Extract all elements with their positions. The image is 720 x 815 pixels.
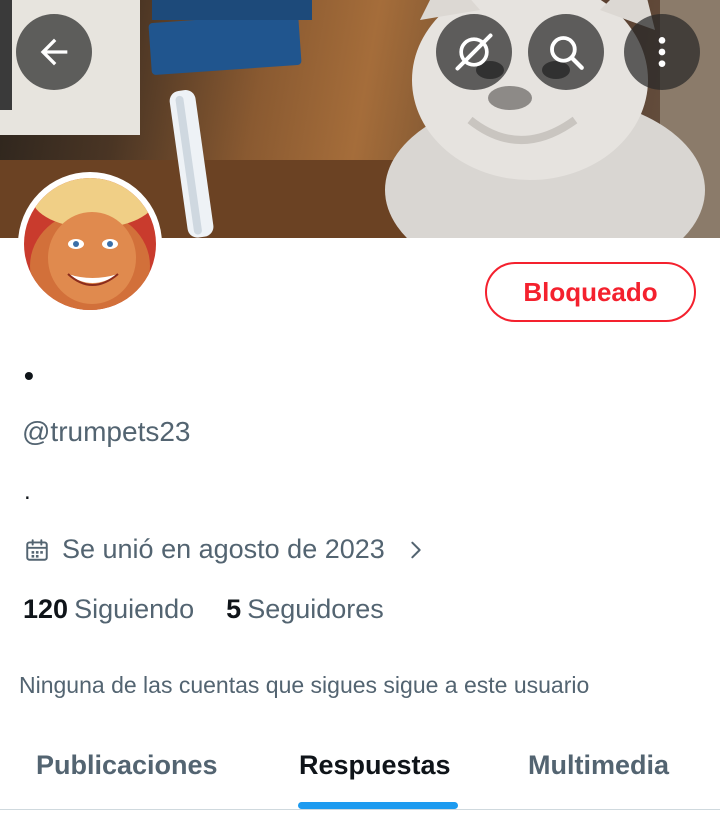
tab-respuestas[interactable]: Respuestas bbox=[299, 750, 451, 781]
chevron-right-icon bbox=[411, 541, 421, 558]
joined-date-row[interactable]: Se unió en agosto de 2023 bbox=[24, 534, 427, 565]
avatar-image bbox=[24, 178, 156, 310]
following-label: Siguiendo bbox=[74, 594, 195, 624]
search-icon bbox=[550, 36, 584, 70]
search-button[interactable] bbox=[528, 14, 604, 90]
more-options-button[interactable] bbox=[624, 14, 700, 90]
followers-stat[interactable]: 5 Seguidores bbox=[226, 594, 384, 625]
joined-date-text: Se unió en agosto de 2023 bbox=[62, 534, 385, 564]
username-handle: @trumpets23 bbox=[22, 416, 191, 447]
tab-multimedia[interactable]: Multimedia bbox=[528, 750, 669, 781]
grok-icon bbox=[455, 33, 493, 71]
followers-label: Seguidores bbox=[247, 594, 384, 624]
profile-tabs: Publicaciones Respuestas Multimedia bbox=[0, 730, 720, 810]
blocked-button[interactable]: Bloqueado bbox=[485, 262, 696, 322]
back-button[interactable] bbox=[16, 14, 92, 90]
tab-publicaciones[interactable]: Publicaciones bbox=[36, 750, 218, 781]
display-name: • bbox=[24, 360, 34, 391]
arrow-left-icon bbox=[40, 38, 68, 66]
following-stat[interactable]: 120 Siguiendo bbox=[23, 594, 194, 625]
blocked-button-label: Bloqueado bbox=[523, 276, 658, 307]
tabs-divider bbox=[0, 809, 720, 810]
more-vertical-icon bbox=[658, 37, 666, 67]
followers-count: 5 bbox=[226, 594, 242, 624]
profile-stats: 120 Siguiendo 5 Seguidores bbox=[23, 594, 384, 625]
followers-you-know-note: Ninguna de las cuentas que sigues sigue … bbox=[19, 672, 590, 698]
calendar-icon bbox=[26, 538, 48, 561]
profile-bio: . bbox=[24, 478, 31, 505]
grok-button[interactable] bbox=[436, 14, 512, 90]
active-tab-indicator bbox=[298, 802, 458, 809]
avatar[interactable] bbox=[18, 172, 162, 316]
following-count: 120 bbox=[23, 594, 69, 624]
